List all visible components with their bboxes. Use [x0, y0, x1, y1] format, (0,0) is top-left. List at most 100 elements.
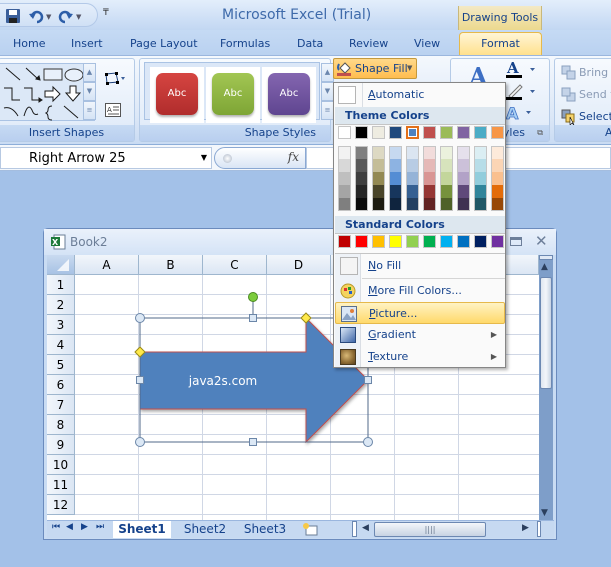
text-fill-icon[interactable]: A [506, 59, 536, 83]
theme-color-swatch[interactable] [389, 126, 402, 139]
tab-review[interactable]: Review [349, 37, 388, 50]
bring-to-front-button[interactable]: Bring t [561, 65, 611, 81]
row-header[interactable]: 9 [47, 435, 75, 455]
theme-shade-swatch[interactable] [474, 146, 487, 159]
row-header[interactable]: 6 [47, 375, 75, 395]
shape-style-thumb[interactable]: Abc [268, 73, 310, 115]
sheet-tab[interactable]: Sheet3 [237, 521, 293, 538]
shape-style-thumb[interactable]: Abc [156, 73, 198, 115]
row-header[interactable]: 4 [47, 335, 75, 355]
menu-item-automatic[interactable]: Automatic [335, 83, 505, 107]
menu-item-more-fill-colors[interactable]: More Fill Colors... [335, 280, 505, 302]
theme-shade-swatch[interactable] [406, 159, 419, 172]
theme-shade-swatch[interactable] [389, 172, 402, 185]
theme-shade-swatch[interactable] [406, 172, 419, 185]
rotation-handle[interactable] [248, 292, 258, 302]
theme-shade-swatch[interactable] [355, 172, 368, 185]
theme-shade-swatch[interactable] [491, 185, 504, 198]
insert-function-icon[interactable]: fx [288, 150, 299, 164]
standard-color-swatch[interactable] [406, 235, 419, 248]
name-box[interactable]: Right Arrow 25 ▼ [0, 147, 212, 169]
theme-shade-swatch[interactable] [355, 185, 368, 198]
menu-item-gradient[interactable]: Gradient ▶ [335, 324, 505, 346]
row-header[interactable]: 11 [47, 475, 75, 495]
standard-color-swatch[interactable] [389, 235, 402, 248]
theme-shade-swatch[interactable] [457, 172, 470, 185]
insert-sheet-icon[interactable] [302, 522, 320, 540]
standard-color-swatch[interactable] [474, 235, 487, 248]
tab-split-handle[interactable] [352, 521, 357, 537]
menu-item-texture[interactable]: Texture ▶ [335, 346, 505, 368]
theme-shade-swatch[interactable] [338, 172, 351, 185]
split-box[interactable] [539, 255, 553, 260]
theme-shade-swatch[interactable] [491, 159, 504, 172]
theme-shade-swatch[interactable] [423, 172, 436, 185]
theme-color-swatch[interactable] [355, 126, 368, 139]
theme-shade-swatch[interactable] [389, 198, 402, 211]
theme-shade-swatch[interactable] [440, 198, 453, 211]
row-header[interactable]: 3 [47, 315, 75, 335]
resize-handle-sw[interactable] [135, 437, 145, 447]
theme-shade-swatch[interactable] [440, 146, 453, 159]
theme-color-swatch[interactable] [457, 126, 470, 139]
theme-shade-swatch[interactable] [338, 198, 351, 211]
theme-shade-swatch[interactable] [491, 198, 504, 211]
theme-shade-swatch[interactable] [372, 146, 385, 159]
next-sheet-icon[interactable]: ▶ [81, 522, 88, 532]
row-header[interactable]: 10 [47, 455, 75, 475]
theme-shade-swatch[interactable] [457, 198, 470, 211]
theme-shade-swatch[interactable] [440, 159, 453, 172]
row-header[interactable]: 2 [47, 295, 75, 315]
text-box-icon[interactable]: A [105, 103, 121, 120]
theme-shade-swatch[interactable] [474, 172, 487, 185]
theme-shade-swatch[interactable] [372, 198, 385, 211]
theme-color-swatch[interactable] [338, 126, 351, 139]
resize-handle-s[interactable] [249, 438, 257, 446]
standard-color-swatch[interactable] [423, 235, 436, 248]
theme-shade-swatch[interactable] [389, 146, 402, 159]
gallery-more-button[interactable]: ≡ [83, 101, 96, 120]
theme-shade-swatch[interactable] [440, 172, 453, 185]
scroll-right-icon[interactable]: ▶ [522, 523, 529, 533]
theme-shade-swatch[interactable] [355, 159, 368, 172]
theme-color-swatch[interactable] [423, 126, 436, 139]
theme-shade-swatch[interactable] [474, 198, 487, 211]
row-header[interactable]: 1 [47, 275, 75, 295]
theme-shade-swatch[interactable] [406, 185, 419, 198]
selection-pane-button[interactable]: Selecti [561, 109, 611, 125]
theme-shade-swatch[interactable] [406, 146, 419, 159]
select-all-button[interactable] [47, 255, 75, 275]
theme-shade-swatch[interactable] [355, 146, 368, 159]
close-icon[interactable]: ✕ [535, 232, 548, 250]
tab-view[interactable]: View [414, 37, 440, 50]
column-header[interactable]: A [75, 255, 139, 275]
restore-icon[interactable] [510, 237, 522, 246]
theme-shade-swatch[interactable] [338, 146, 351, 159]
row-header[interactable]: 7 [47, 395, 75, 415]
first-sheet-icon[interactable]: ⏮ [52, 522, 60, 532]
theme-color-swatch[interactable] [372, 126, 385, 139]
scroll-up-icon[interactable]: ▲ [541, 262, 548, 272]
standard-color-swatch[interactable] [372, 235, 385, 248]
tab-home[interactable]: Home [13, 37, 45, 50]
undo-dropdown-icon[interactable]: ▼ [46, 13, 51, 21]
theme-shade-swatch[interactable] [406, 198, 419, 211]
theme-shade-swatch[interactable] [440, 185, 453, 198]
theme-color-swatch[interactable] [406, 126, 419, 139]
tab-data[interactable]: Data [297, 37, 323, 50]
expand-handle-icon[interactable] [223, 154, 232, 163]
customize-toolbar-icon[interactable]: ₸ [103, 8, 109, 18]
scroll-down-icon[interactable]: ▼ [541, 508, 548, 518]
theme-shade-swatch[interactable] [372, 159, 385, 172]
resize-handle-se[interactable] [363, 437, 373, 447]
row-header[interactable]: 8 [47, 415, 75, 435]
gallery-scroll-down-button[interactable]: ▼ [83, 82, 96, 101]
theme-shade-swatch[interactable] [457, 159, 470, 172]
theme-shade-swatch[interactable] [474, 159, 487, 172]
resize-handle-w[interactable] [136, 376, 144, 384]
theme-color-swatch[interactable] [440, 126, 453, 139]
resize-handle-n[interactable] [249, 314, 257, 322]
text-outline-icon[interactable] [506, 82, 536, 105]
theme-shade-swatch[interactable] [338, 159, 351, 172]
undo-icon[interactable] [28, 8, 44, 24]
